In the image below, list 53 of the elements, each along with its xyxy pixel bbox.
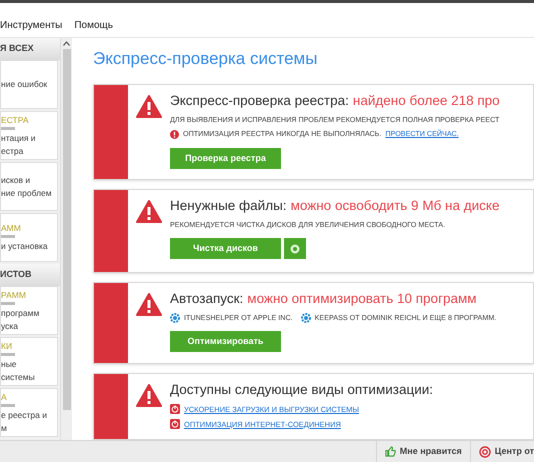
card-title: РАММ [1, 288, 27, 302]
warning-icon [136, 200, 162, 222]
power-icon [170, 419, 180, 430]
card-highlight: можно освободить 9 Мб на диске [290, 196, 500, 215]
like-button[interactable]: Мне нравится [376, 441, 470, 462]
card-text: ние проблем [1, 186, 53, 200]
card-text: ные [1, 358, 18, 370]
power-icon [170, 404, 180, 414]
warning-icon [136, 292, 162, 316]
card-heading: Ненужные файлы: [170, 196, 287, 215]
menu-item[interactable]: Помощь [74, 18, 113, 33]
card-text: нтация и [1, 132, 37, 144]
scroll-up-icon [63, 41, 70, 46]
card-text: м [1, 422, 8, 434]
sidebar-card[interactable]: ние ошибок [0, 60, 58, 109]
options-button[interactable] [284, 238, 306, 260]
section-header: Я ВСЕХ [0, 38, 60, 60]
scrollbar[interactable] [60, 38, 72, 440]
card-text: уска [1, 320, 20, 332]
status-stripe [94, 374, 128, 439]
sidebar-card[interactable]: А е реестра и м [0, 388, 58, 437]
card-text: е реестра и [1, 408, 48, 422]
card-heading: Экспресс-проверка реестра: [170, 92, 349, 110]
sidebar-card[interactable]: исков и ние проблем [0, 162, 58, 211]
gear-icon [300, 312, 311, 323]
menu-item[interactable]: Инструменты [0, 18, 62, 33]
sidebar-card[interactable]: ЕСТРА нтация и естра [0, 111, 58, 160]
card-text: исков и [1, 174, 32, 186]
warning-icon [136, 94, 162, 118]
sidebar-card[interactable]: АММ и установка [0, 213, 58, 262]
card-title: КИ [1, 340, 14, 352]
card-title: А [1, 390, 8, 404]
warning-icon [136, 384, 162, 406]
sidebar-card[interactable]: КИ ные системы [0, 337, 58, 386]
card-title: АММ [1, 222, 22, 235]
page-title: Экспресс-проверка системы [93, 48, 318, 70]
gear-icon [170, 312, 180, 323]
card-text: ние ошибок [1, 78, 48, 91]
card-title: ЕСТРА [1, 114, 30, 126]
card-text: программ [1, 306, 40, 320]
thumbs-up-icon [384, 446, 396, 457]
circle-icon [290, 244, 300, 254]
card-heading: Доступны следующие виды оптимизации: [170, 380, 434, 399]
sidebar-card[interactable]: РАММ программ уска [0, 286, 58, 335]
card-text: системы [1, 370, 36, 384]
card-text: естра [1, 144, 24, 158]
section-header: ИСТОВ [0, 264, 60, 286]
exclamation-icon [170, 130, 179, 140]
card-text: и установка [1, 240, 49, 253]
card-highlight: можно оптимизировать 10 программ [247, 290, 477, 308]
card-highlight: найдено более 218 про [352, 92, 500, 110]
card-heading: Автозапуск: [170, 290, 244, 308]
support-button[interactable]: Центр от [470, 441, 534, 462]
